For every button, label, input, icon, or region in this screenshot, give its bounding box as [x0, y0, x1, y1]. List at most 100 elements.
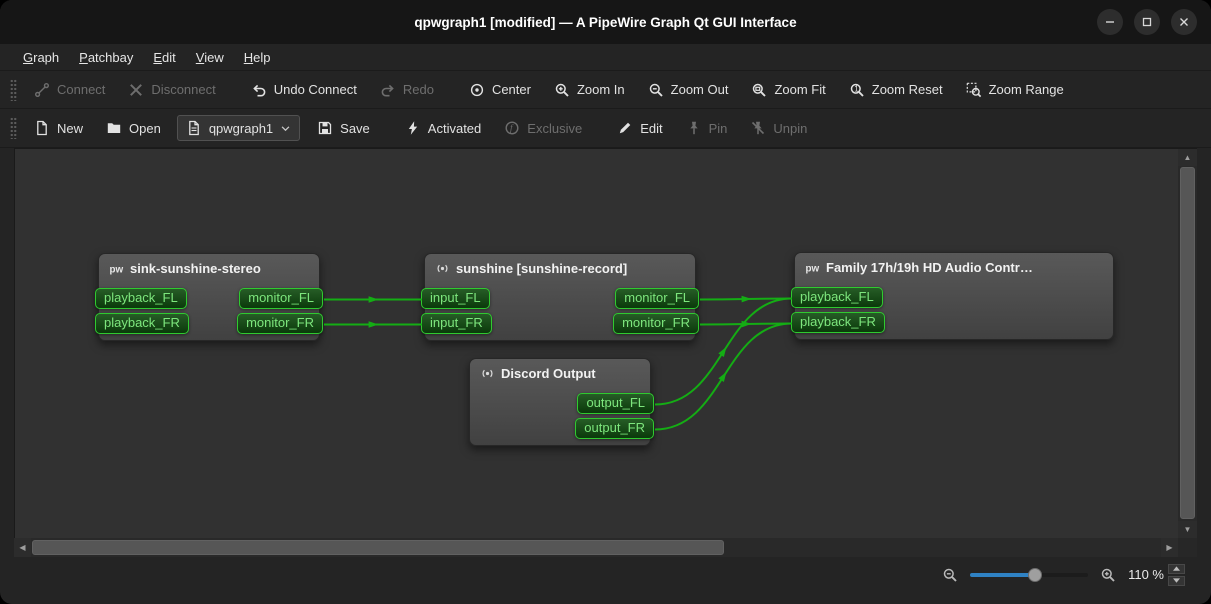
node-header: sunshine [sunshine-record] — [425, 254, 695, 276]
port-monitor_FL[interactable]: monitor_FL — [239, 288, 323, 309]
edit-button[interactable]: Edit — [608, 115, 671, 141]
zoom-slider-handle[interactable] — [1028, 568, 1042, 582]
maximize-button[interactable] — [1134, 9, 1160, 35]
stream-icon — [480, 366, 495, 381]
zoom-in-icon — [554, 82, 570, 98]
redo-button[interactable]: Redo — [371, 77, 443, 103]
minimize-button[interactable] — [1097, 9, 1123, 35]
toolbar-drag-handle[interactable] — [10, 117, 17, 139]
menu-item-patchbay[interactable]: Patchbay — [70, 47, 142, 68]
pin-button[interactable]: Pin — [677, 115, 737, 141]
menu-item-view[interactable]: View — [187, 47, 233, 68]
scroll-right-button[interactable]: ▶ — [1161, 538, 1178, 557]
zoom-fit-icon — [751, 82, 767, 98]
graph-canvas[interactable]: pwsink-sunshine-stereoplayback_FLplaybac… — [14, 148, 1178, 538]
toolbar-main: ConnectDisconnect Undo Connect Redo Center Z… — [0, 71, 1211, 109]
vertical-scrollbar[interactable]: ▲ ▼ — [1178, 148, 1197, 538]
vertical-scroll-handle[interactable] — [1180, 167, 1195, 519]
scroll-up-button[interactable]: ▲ — [1178, 149, 1197, 166]
connection-arrow-icon — [742, 321, 752, 328]
toolbar-drag-handle[interactable] — [10, 79, 17, 101]
close-button[interactable] — [1171, 9, 1197, 35]
exclusive-icon: f — [504, 120, 520, 136]
unpin-button[interactable]: Unpin — [741, 115, 816, 141]
exclusive-label: Exclusive — [527, 121, 582, 136]
zoom-out-icon — [648, 82, 664, 98]
new-button[interactable]: New — [25, 115, 92, 141]
port-input_FR[interactable]: input_FR — [421, 313, 492, 334]
zoom-in-button[interactable]: Zoom In — [545, 77, 634, 103]
port-monitor_FR[interactable]: monitor_FR — [613, 313, 699, 334]
connect-icon — [34, 82, 50, 98]
patchbay-combo-label: qpwgraph1 — [209, 121, 273, 136]
zoom-spinbox[interactable]: 110 % — [1128, 564, 1185, 586]
connections-layer — [15, 149, 1178, 538]
save-button[interactable]: Save — [308, 115, 379, 141]
new-icon — [34, 120, 50, 136]
zoom-reset-label: Zoom Reset — [872, 82, 943, 97]
menu-item-graph[interactable]: Graph — [14, 47, 68, 68]
center-icon — [469, 82, 485, 98]
horizontal-scroll-handle[interactable] — [32, 540, 724, 555]
zoom-in-label: Zoom In — [577, 82, 625, 97]
node-discord-output[interactable]: Discord Output output_FL output_FR — [469, 358, 651, 446]
port-playback_FL[interactable]: playback_FL — [95, 288, 187, 309]
zoom-in-icon[interactable] — [1100, 567, 1116, 583]
patchbay-combo-button[interactable]: qpwgraph1 — [177, 115, 300, 141]
port-monitor_FR[interactable]: monitor_FR — [237, 313, 323, 334]
svg-text:pw: pw — [109, 264, 123, 275]
undo-icon — [251, 82, 267, 98]
port-output_FL[interactable]: output_FL — [577, 393, 654, 414]
zoom-spin-up-button[interactable] — [1168, 564, 1185, 574]
node-title: Discord Output — [501, 366, 596, 381]
undo-connect-button[interactable]: Undo Connect — [242, 77, 366, 103]
open-button[interactable]: Open — [97, 115, 170, 141]
port-playback_FR[interactable]: playback_FR — [95, 313, 189, 334]
activated-button[interactable]: Activated — [396, 115, 490, 141]
titlebar[interactable]: qpwgraph1 [modified] — A PipeWire Graph … — [0, 0, 1211, 44]
port-playback_FL[interactable]: playback_FL — [791, 287, 883, 308]
node-sunshine[interactable]: sunshine [sunshine-record] input_FL input_… — [424, 253, 696, 341]
zoom-out-button[interactable]: Zoom Out — [639, 77, 738, 103]
open-label: Open — [129, 121, 161, 136]
menu-item-help[interactable]: Help — [235, 47, 280, 68]
port-output_FR[interactable]: output_FR — [575, 418, 654, 439]
zoom-out-icon[interactable] — [942, 567, 958, 583]
menu-item-edit[interactable]: Edit — [144, 47, 184, 68]
undo-connect-label: Undo Connect — [274, 82, 357, 97]
zoom-slider[interactable] — [970, 565, 1088, 585]
port-input_FL[interactable]: input_FL — [421, 288, 490, 309]
statusbar: 110 % — [0, 557, 1211, 592]
center-button[interactable]: Center — [460, 77, 540, 103]
node-sink-sunshine-stereo[interactable]: pwsink-sunshine-stereo playback_FLplaybac… — [98, 253, 320, 341]
port-monitor_FL[interactable]: monitor_FL — [615, 288, 699, 309]
redo-icon — [380, 82, 396, 98]
open-icon — [106, 120, 122, 136]
zoom-spin-down-button[interactable] — [1168, 576, 1185, 586]
activated-icon — [405, 120, 421, 136]
zoom-range-icon — [966, 82, 982, 98]
connection[interactable] — [700, 324, 792, 325]
zoom-spin-buttons — [1168, 564, 1185, 586]
zoom-reset-button[interactable]: 1Zoom Reset — [840, 77, 952, 103]
scroll-left-button[interactable]: ◀ — [14, 538, 31, 557]
redo-label: Redo — [403, 82, 434, 97]
connection-arrow-icon — [369, 321, 379, 328]
connection[interactable] — [700, 299, 792, 300]
disconnect-button[interactable]: Disconnect — [119, 77, 224, 103]
save-icon — [317, 120, 333, 136]
node-header: pwsink-sunshine-stereo — [99, 254, 319, 276]
node-family-audio[interactable]: pwFamily 17h/19h HD Audio Contr…playback… — [794, 252, 1114, 340]
scroll-down-button[interactable]: ▼ — [1178, 521, 1197, 538]
connection-arrow-icon — [742, 296, 752, 303]
node-header: Discord Output — [470, 359, 650, 381]
minimize-icon — [1104, 16, 1116, 28]
window-title: qpwgraph1 [modified] — A PipeWire Graph … — [414, 15, 796, 30]
port-playback_FR[interactable]: playback_FR — [791, 312, 885, 333]
connect-button[interactable]: Connect — [25, 77, 114, 103]
zoom-fit-button[interactable]: Zoom Fit — [742, 77, 834, 103]
zoom-range-button[interactable]: Zoom Range — [957, 77, 1073, 103]
horizontal-scrollbar[interactable]: ◀ ▶ — [14, 538, 1178, 557]
exclusive-button[interactable]: f Exclusive — [495, 115, 591, 141]
zoom-slider-fill — [970, 573, 1035, 577]
